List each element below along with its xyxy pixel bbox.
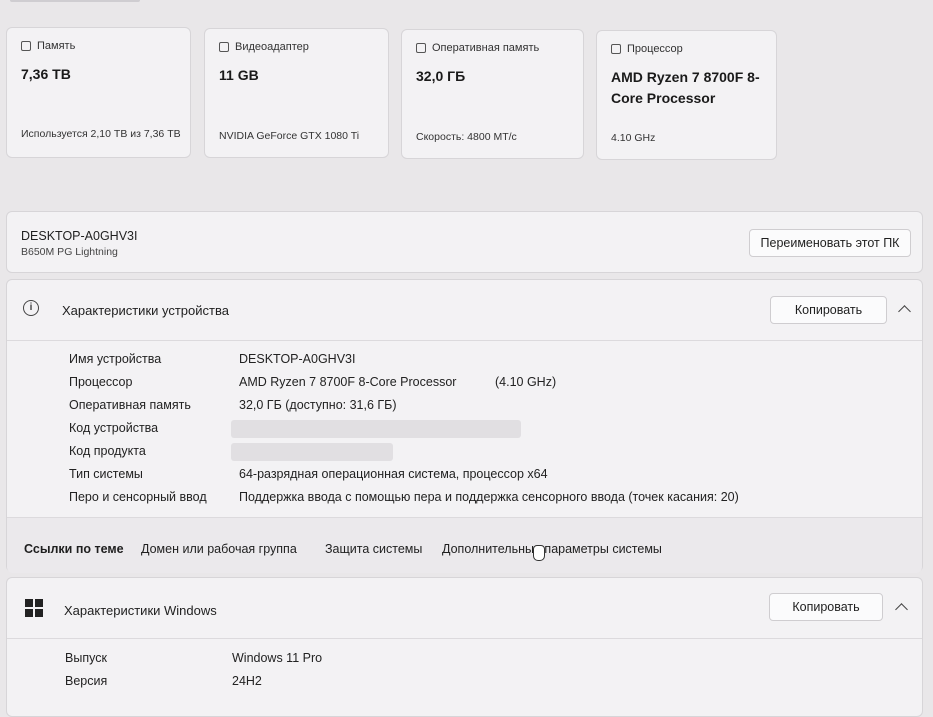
ram-card[interactable]: Оперативная память 32,0 ГБ Скорость: 480… [401, 29, 584, 159]
related-links-heading: Ссылки по теме [24, 542, 124, 556]
windows-specs-panel: Характеристики Windows Копировать Выпуск… [6, 577, 923, 717]
card-value: AMD Ryzen 7 8700F 8-Core Processor [611, 69, 760, 106]
chevron-up-icon[interactable] [898, 305, 911, 318]
gpu-card[interactable]: Видеоадаптер 11 GB NVIDIA GeForce GTX 10… [204, 28, 389, 158]
cpu-icon [611, 44, 621, 54]
card-value: 32,0 ГБ [416, 68, 466, 84]
pc-model: B650M PG Lightning [21, 246, 118, 258]
card-sub: Скорость: 4800 МТ/с [416, 131, 517, 143]
gpu-icon [219, 42, 229, 52]
info-icon: i [23, 300, 39, 316]
link-advanced-system-settings[interactable]: Дополнительные параметры системы [442, 542, 662, 556]
storage-icon [21, 41, 31, 51]
rename-pc-button[interactable]: Переименовать этот ПК [749, 229, 911, 257]
link-domain-workgroup[interactable]: Домен или рабочая группа [141, 542, 297, 556]
card-value: 11 GB [219, 67, 259, 83]
copy-device-button[interactable]: Копировать [770, 296, 887, 324]
windows-specs-header[interactable]: Характеристики Windows Копировать [7, 578, 922, 639]
copy-windows-button[interactable]: Копировать [769, 593, 883, 621]
device-specs-panel: i Характеристики устройства Копировать И… [6, 279, 923, 573]
redacted-device-id [231, 420, 521, 438]
chevron-up-icon[interactable] [895, 603, 908, 616]
ram-icon [416, 43, 426, 53]
card-sub: Используется 2,10 ТВ из 7,36 ТВ [21, 128, 181, 140]
card-title: Память [37, 40, 76, 52]
card-title: Оперативная память [432, 42, 540, 54]
redacted-product-id [231, 443, 393, 461]
pc-name-panel: DESKTOP-A0GHV3I B650M PG Lightning Переи… [6, 211, 923, 273]
card-title: Видеоадаптер [235, 41, 309, 53]
windows-logo-icon [25, 599, 43, 617]
page-title-fragment [10, 0, 270, 4]
card-value: 7,36 ТВ [21, 66, 71, 82]
link-system-protection[interactable]: Защита системы [325, 542, 422, 556]
storage-card[interactable]: Память 7,36 ТВ Используется 2,10 ТВ из 7… [6, 27, 191, 158]
device-specs-header[interactable]: i Характеристики устройства Копировать [7, 280, 922, 341]
windows-specs-title: Характеристики Windows [64, 603, 217, 618]
card-sub: NVIDIA GeForce GTX 1080 Ti [219, 130, 360, 142]
card-title: Процессор [627, 43, 683, 55]
pc-name: DESKTOP-A0GHV3I [21, 229, 138, 243]
cpu-card[interactable]: Процессор AMD Ryzen 7 8700F 8-Core Proce… [596, 30, 777, 160]
card-sub: 4.10 GHz [611, 132, 656, 144]
device-specs-title: Характеристики устройства [62, 303, 229, 318]
mouse-cursor-icon [533, 545, 545, 561]
